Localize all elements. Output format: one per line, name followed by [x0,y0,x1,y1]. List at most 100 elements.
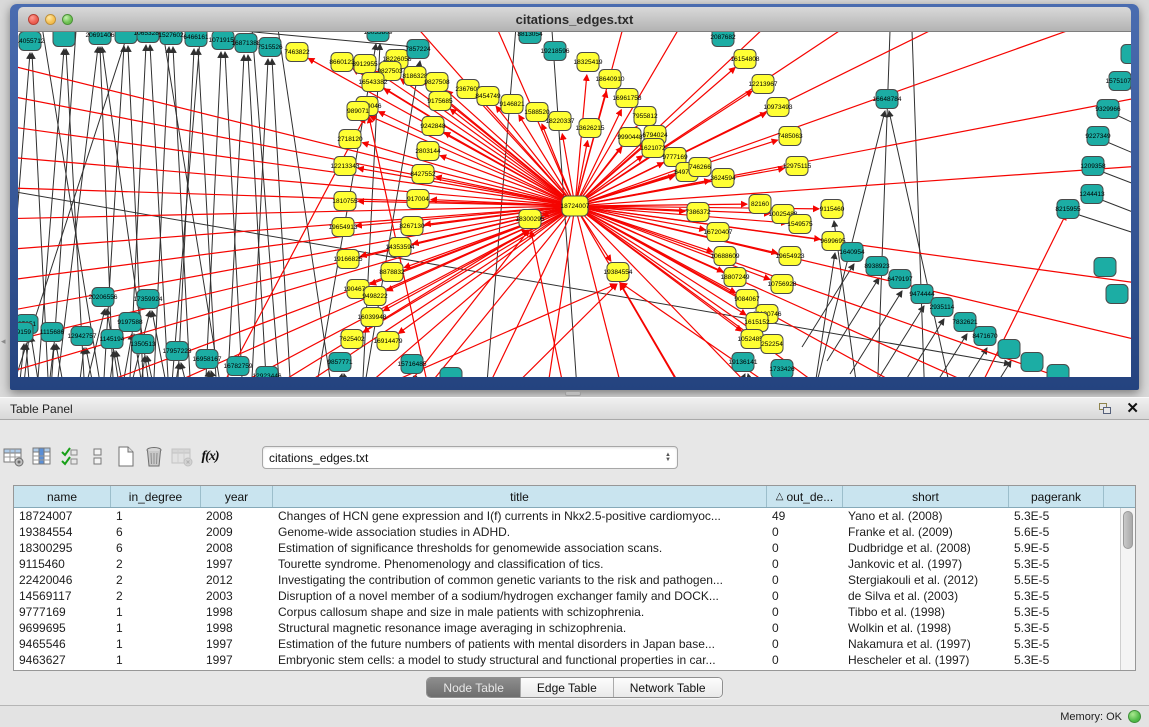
graph-node[interactable] [1106,285,1128,304]
table-selector-dropdown[interactable]: citations_edges.txt ▲▼ [262,446,678,469]
graph-node[interactable]: 16543382 [359,73,388,92]
row-select-icon[interactable] [56,442,84,472]
graph-node[interactable]: 1810755 [332,192,358,211]
network-window-titlebar[interactable]: citations_edges.txt [18,7,1131,32]
graph-node[interactable]: 9498222 [362,287,388,306]
graph-node[interactable]: 17957223 [163,342,192,361]
close-panel-icon[interactable]: ✕ [1126,403,1139,415]
graph-node[interactable]: 18325419 [574,53,603,72]
graph-node[interactable]: 7857224 [405,40,431,59]
graph-node[interactable]: 16958167 [193,350,222,369]
graph-node[interactable]: 7832621 [952,313,978,332]
column-header-short[interactable]: short [843,486,1009,507]
network-canvas[interactable]: 7463822866012389129551822605898275031654… [18,32,1131,377]
close-window-button[interactable] [28,14,39,25]
graph-node[interactable]: 8215955 [1055,200,1081,219]
graph-node[interactable]: 8267130 [399,217,425,236]
graph-node[interactable]: 10756928 [768,275,797,294]
graph-node[interactable]: 6466161 [183,32,209,47]
float-panel-icon[interactable] [1099,403,1112,415]
graph-node[interactable]: 16914479 [374,332,403,351]
graph-node[interactable]: 1640954 [839,243,865,262]
table-row[interactable]: 1456911722003Disruption of a novel membe… [14,588,1135,604]
graph-node[interactable]: 8878832 [379,263,405,282]
graph-node[interactable]: 12923446 [253,367,282,378]
table-row[interactable]: 2242004622012Investigating the contribut… [14,572,1135,588]
memory-status-indicator[interactable] [1128,710,1141,723]
graph-node[interactable]: 1115686 [40,323,65,342]
column-header-name[interactable]: name [14,486,111,507]
graph-node[interactable]: 1350513 [130,335,156,354]
graph-node[interactable]: 19136141 [729,353,758,372]
graph-node[interactable]: 746266 [689,158,711,177]
graph-node[interactable]: 2718120 [337,130,363,149]
graph-node[interactable]: 6479197 [887,270,913,289]
graph-node[interactable]: 1615152 [744,313,770,332]
zoom-window-button[interactable] [62,14,73,25]
graph-node[interactable]: 1209358 [1080,157,1106,176]
graph-node[interactable]: 9242848 [420,117,446,136]
column-stack-icon[interactable] [84,442,112,472]
table-row[interactable]: 977716911998Corpus callosum shape and si… [14,604,1135,620]
graph-node[interactable]: 9175685 [427,92,453,111]
graph-node[interactable]: 19654923 [776,247,805,266]
graph-node[interactable]: 7955812 [632,107,658,126]
graph-node[interactable]: 12213967 [749,75,778,94]
column-header-out_de[interactable]: △out_de... [767,486,843,507]
minimize-window-button[interactable] [45,14,56,25]
graph-node[interactable]: 9827508 [424,73,450,92]
graph-node[interactable]: 19218596 [541,42,570,61]
function-builder-icon[interactable]: f(x) [196,442,224,472]
graph-node[interactable]: 12213343 [331,157,360,176]
graph-node[interactable]: 18807249 [721,268,750,287]
table-row[interactable]: 1830029562008Estimation of significance … [14,540,1135,556]
citation-network-graph[interactable]: 7463822866012389129551822605898275031654… [18,32,1131,377]
graph-node[interactable]: 9084067 [734,290,760,309]
table-row[interactable]: 969969511998Structural magnetic resonanc… [14,620,1135,636]
graph-node[interactable]: 3624594 [710,169,736,188]
graph-node[interactable]: 8813054 [517,32,543,44]
graph-node[interactable]: 14055712 [18,32,45,51]
column-header-year[interactable]: year [201,486,273,507]
graph-node[interactable] [1094,258,1116,277]
graph-node[interactable]: 7386372 [685,203,711,222]
graph-node[interactable]: 2935114 [930,298,955,317]
graph-node[interactable]: 9990448 [617,128,643,147]
graph-node[interactable]: 18640910 [596,70,625,89]
graph-node[interactable] [1121,45,1131,64]
graph-node[interactable]: 2803144 [415,142,441,161]
table-row[interactable]: 1938455462009Genome-wide association stu… [14,524,1135,540]
graph-node[interactable]: 7463822 [284,43,310,62]
graph-node[interactable]: 9197588 [117,313,143,332]
graph-node[interactable]: 15751074 [1106,72,1131,91]
graph-node[interactable]: 16720407 [704,223,733,242]
tab-node-table[interactable]: Node Table [427,678,521,697]
graph-node[interactable]: 19654913 [329,218,358,237]
graph-node[interactable]: 9146821 [499,95,525,114]
graph-node[interactable]: 8471670 [972,327,998,346]
graph-node[interactable]: 16033809 [364,32,393,42]
graph-node[interactable] [53,32,75,47]
graph-node[interactable]: 989071 [347,102,369,121]
table-row[interactable]: 1872400712008Changes of HCN gene express… [14,508,1135,524]
graph-node[interactable] [440,368,462,378]
graph-node[interactable]: 14353594 [386,238,415,257]
graph-node[interactable]: 16154808 [731,50,760,69]
tab-network-table[interactable]: Network Table [614,678,722,697]
graph-node[interactable]: 1733426 [769,360,795,378]
graph-node[interactable]: 18220337 [546,112,575,131]
graph-node[interactable] [1021,353,1043,372]
table-row[interactable]: 946554611997Estimation of the future num… [14,636,1135,652]
graph-node[interactable]: 18300295 [516,210,545,229]
table-row[interactable]: 911546021997Tourette syndrome. Phenomeno… [14,556,1135,572]
graph-node[interactable]: 7625402 [339,330,365,349]
table-vertical-scrollbar[interactable] [1120,508,1135,671]
graph-node[interactable]: 10973493 [764,98,793,117]
graph-node[interactable]: 8454749 [475,87,501,106]
graph-node[interactable]: 16039948 [358,308,387,327]
graph-node[interactable]: 8912955 [352,55,378,74]
graph-node[interactable]: 9227349 [1085,127,1111,146]
graph-node[interactable]: 16782759 [224,357,253,376]
collapse-side-panel-arrow[interactable]: ◂ [1,336,6,347]
graph-node[interactable]: 10688609 [711,247,740,266]
